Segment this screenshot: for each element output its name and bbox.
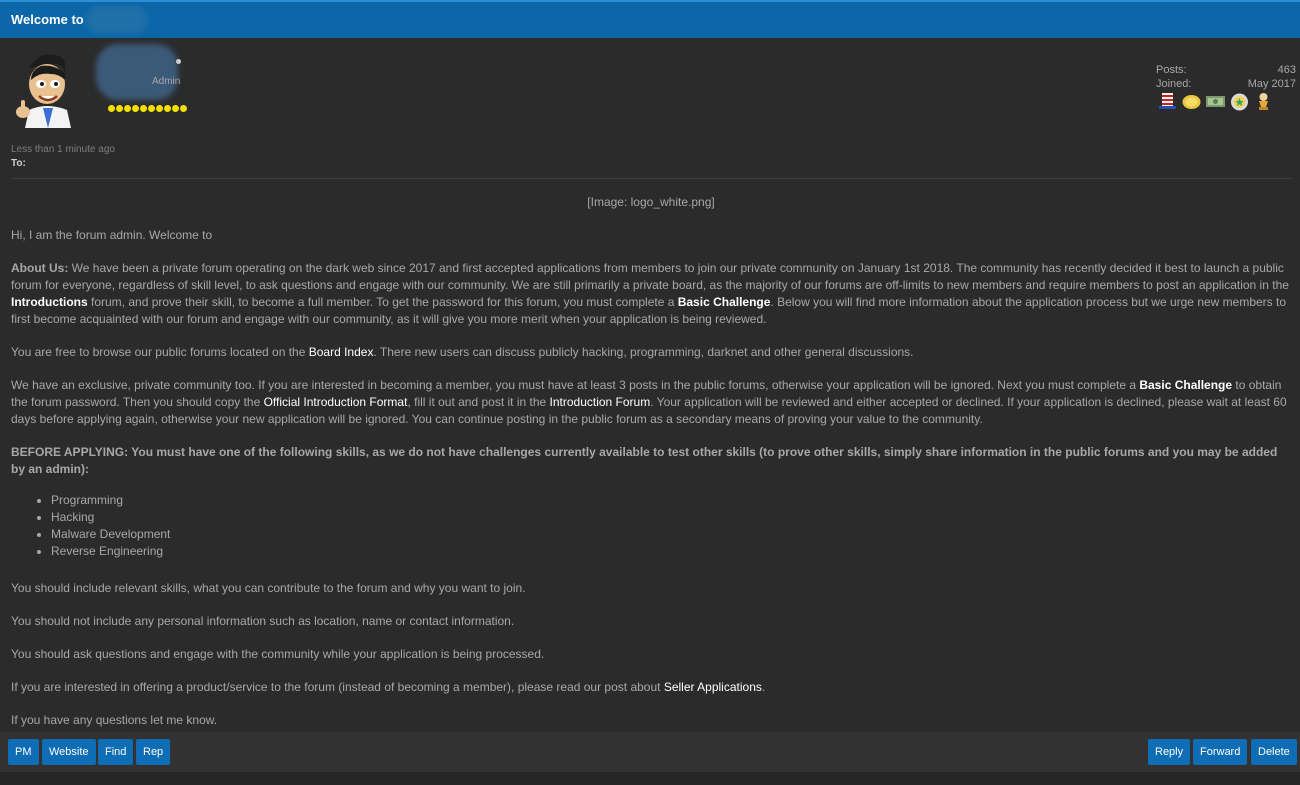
find-button[interactable]: Find: [98, 739, 134, 765]
closing-paragraph: If you have any questions let me know.: [11, 713, 218, 727]
rank-star-icon: [116, 105, 123, 112]
trophy-badge-icon: [1259, 93, 1268, 110]
official-introduction-format-link[interactable]: Official Introduction Format: [264, 395, 408, 409]
forward-button[interactable]: Forward: [1193, 739, 1248, 765]
exclusive-text-3: , fill it out and post it in the: [407, 395, 550, 409]
delete-button[interactable]: Delete: [1251, 739, 1297, 765]
skill-list-item: Hacking: [51, 509, 1291, 526]
stat-value: May 2017: [1247, 78, 1296, 90]
user-rank: Admin: [152, 76, 181, 87]
basic-challenge-link[interactable]: Basic Challenge: [678, 295, 771, 309]
author-profile: Admin Posts: 463 Joined: May 2017: [0, 38, 1300, 138]
seller-paragraph: If you are interested in offering a prod…: [11, 679, 1291, 696]
post-header-bar: Welcome to: [0, 0, 1300, 38]
rank-star-icon: [132, 105, 139, 112]
post-recipient-label: To:: [11, 158, 26, 169]
forum-post: Welcome to Admin Posts: 463 Joined: May 201…: [0, 0, 1300, 785]
rep-button[interactable]: Rep: [136, 739, 171, 765]
post-body: [Image: logo_white.png] Hi, I am the for…: [11, 194, 1291, 745]
rank-star-icon: [124, 105, 131, 112]
post-timestamp: Less than 1 minute ago: [11, 144, 115, 155]
pm-button[interactable]: PM: [8, 739, 39, 765]
hat-badge-icon: [1159, 93, 1176, 109]
rank-star-icon: [156, 105, 163, 112]
medal-badge-icon: [1231, 93, 1248, 111]
not-include-paragraph: You should not include any personal info…: [11, 614, 515, 628]
greeting-text: Hi, I am the forum admin. Welcome to: [11, 228, 213, 242]
stat-row: Posts: 463: [1156, 63, 1296, 77]
skill-list-item: Programming: [51, 492, 1291, 509]
rank-star-icon: [180, 105, 187, 112]
seller-applications-link[interactable]: Seller Applications: [664, 680, 762, 694]
board-index-link[interactable]: Board Index: [309, 345, 374, 359]
introductions-link[interactable]: Introductions: [11, 295, 88, 309]
cash-badge-icon: [1206, 96, 1225, 107]
award-badges: [1157, 91, 1274, 112]
stat-row: Joined: May 2017: [1156, 77, 1296, 91]
rank-star-icon: [148, 105, 155, 112]
stat-label: Posts:: [1156, 64, 1187, 76]
rank-star-icon: [108, 105, 115, 112]
coin-badge-icon: [1182, 95, 1201, 109]
website-button[interactable]: Website: [42, 739, 96, 765]
skill-list-item: Malware Development: [51, 526, 1291, 543]
avatar-icon[interactable]: [9, 46, 91, 128]
reply-button[interactable]: Reply: [1148, 739, 1191, 765]
post-actions-bar: PM Website Find Rep Reply Forward Delete: [0, 732, 1300, 772]
seller-text-2: .: [761, 680, 766, 694]
introduction-forum-link[interactable]: Introduction Forum: [550, 395, 651, 409]
about-paragraph: About Us: We have been a private forum o…: [11, 260, 1291, 328]
meta-divider: [11, 178, 1293, 179]
skills-list: ProgrammingHackingMalware DevelopmentRev…: [51, 492, 1291, 560]
post-title: Welcome to: [11, 12, 84, 27]
seller-text-1: If you are interested in offering a prod…: [11, 680, 664, 694]
online-status-icon: [176, 59, 181, 64]
basic-challenge-link-2[interactable]: Basic Challenge: [1139, 378, 1232, 392]
about-label: About Us:: [11, 261, 69, 275]
browse-text-2: . There new users can discuss publicly h…: [373, 345, 914, 359]
about-text-1: We have been a private forum operating o…: [11, 261, 1289, 292]
skill-list-item: Reverse Engineering: [51, 543, 1291, 560]
footer-strip: [0, 772, 1300, 785]
rank-star-icon: [164, 105, 171, 112]
stat-label: Joined:: [1156, 78, 1192, 90]
author-stats: Posts: 463 Joined: May 2017: [1156, 63, 1296, 91]
ask-paragraph: You should ask questions and engage with…: [11, 647, 545, 661]
before-applying-paragraph: BEFORE APPLYING: You must have one of th…: [11, 444, 1291, 478]
about-text-2: forum, and prove their skill, to become …: [87, 295, 678, 309]
include-paragraph: You should include relevant skills, what…: [11, 581, 526, 595]
redacted-username: [96, 44, 178, 100]
rank-star-icon: [172, 105, 179, 112]
before-applying-text: BEFORE APPLYING: You must have one of th…: [11, 445, 1278, 476]
browse-text-1: You are free to browse our public forums…: [11, 345, 309, 359]
exclusive-text-1: We have an exclusive, private community …: [11, 378, 1140, 392]
image-placeholder: [Image: logo_white.png]: [587, 195, 715, 209]
redacted-forum-name: [86, 6, 148, 34]
rank-stars: [108, 105, 187, 112]
post-meta: Less than 1 minute ago To:: [11, 144, 115, 169]
browse-paragraph: You are free to browse our public forums…: [11, 344, 1291, 361]
exclusive-paragraph: We have an exclusive, private community …: [11, 377, 1291, 428]
stat-value: 463: [1277, 64, 1296, 76]
rank-star-icon: [140, 105, 147, 112]
